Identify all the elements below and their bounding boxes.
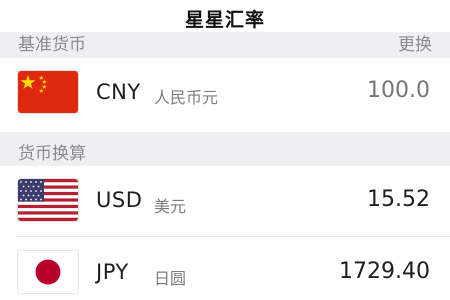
conversion-section-header: 货币换算 — [0, 132, 450, 166]
base-currency-section-label: 基准货币 — [18, 35, 86, 55]
base-currency-code: CNY — [96, 80, 141, 104]
converted-amount: 1729.40 — [339, 259, 430, 284]
conversion-row-jpy[interactable]: JPY 日圆 1729.40 — [0, 237, 450, 300]
currency-name: 日圆 — [154, 269, 187, 288]
converted-amount: 15.52 — [367, 187, 430, 212]
change-currency-button[interactable]: 更换 — [398, 30, 432, 55]
base-amount-input[interactable] — [300, 78, 430, 103]
app-title: 星星汇率 — [184, 9, 265, 31]
base-currency-name: 人民币元 — [154, 88, 219, 107]
currency-code: USD — [96, 188, 143, 212]
japan-flag-icon — [18, 251, 78, 293]
currency-name: 美元 — [154, 197, 187, 216]
conversion-row-usd[interactable]: USD 美元 15.52 — [0, 166, 450, 236]
base-currency-row[interactable]: CNY 人民币元 — [0, 58, 450, 132]
currency-converter-app: 基准货币 更换 星星汇率 CNY 人民币元 货币换算 — [0, 0, 450, 300]
title-bar: 星星汇率 — [0, 0, 450, 32]
conversion-section-label: 货币换算 — [18, 144, 86, 164]
usa-flag-icon — [18, 179, 78, 221]
currency-code: JPY — [96, 260, 129, 284]
china-flag-icon — [18, 71, 78, 113]
